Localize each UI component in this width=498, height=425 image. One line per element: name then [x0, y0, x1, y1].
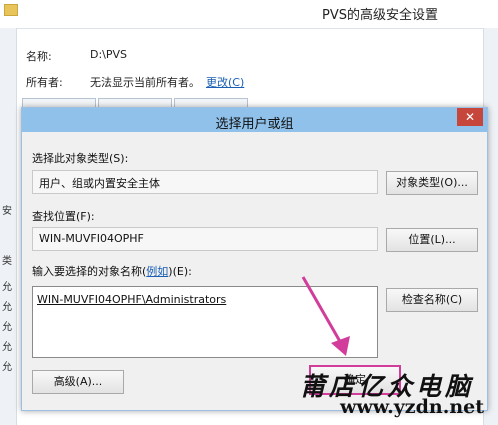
annotation-arrow: [301, 276, 350, 356]
arrow-shaft: [301, 276, 344, 346]
watermark-url: www.yzdn.net: [340, 396, 484, 418]
arrow-head: [331, 336, 350, 356]
